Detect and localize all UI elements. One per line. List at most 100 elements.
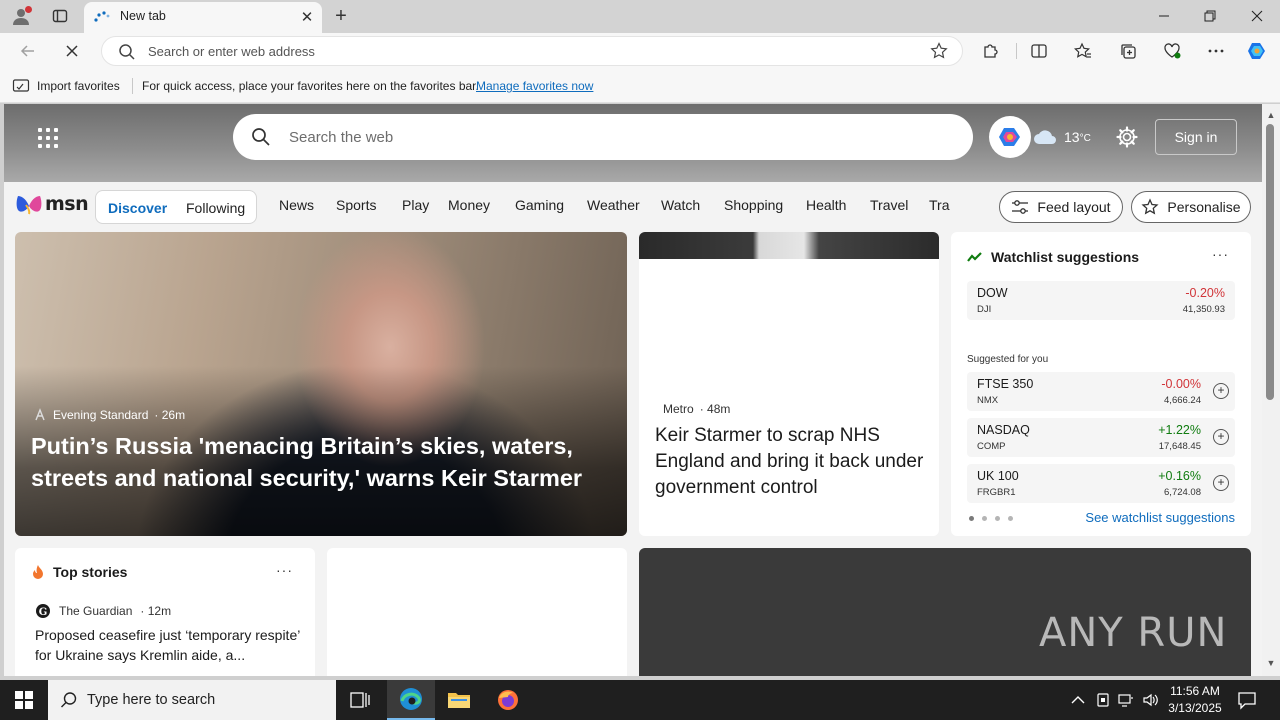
stock-change: -0.00%: [1161, 377, 1201, 391]
network-icon: [1118, 694, 1133, 707]
address-input[interactable]: [148, 41, 908, 61]
clock-time: 11:56 AM: [1170, 684, 1220, 698]
tab-following[interactable]: Following: [186, 200, 245, 216]
close-window-button[interactable]: [1234, 0, 1280, 32]
stock-row-nasdaq[interactable]: NASDAQ COMP +1.22% 17,648.45 +: [967, 418, 1235, 457]
nav-shopping[interactable]: Shopping: [724, 197, 783, 213]
start-button[interactable]: [0, 680, 48, 720]
minimize-button[interactable]: [1141, 0, 1187, 32]
msn-logo[interactable]: msn: [16, 193, 89, 215]
second-story-card[interactable]: Metro · 48m Keir Starmer to scrap NHS En…: [639, 232, 939, 536]
stock-row-ftse350[interactable]: FTSE 350 NMX -0.00% 4,666.24 +: [967, 372, 1235, 411]
show-hidden-icons-button[interactable]: [1068, 690, 1088, 710]
nav-sports[interactable]: Sports: [336, 197, 376, 213]
profile-button[interactable]: [8, 4, 34, 28]
feed-layout-button[interactable]: Feed layout: [999, 191, 1123, 223]
tab-close-button[interactable]: ✕: [298, 8, 316, 26]
sign-in-button[interactable]: Sign in: [1155, 119, 1237, 155]
add-to-watchlist-button[interactable]: +: [1213, 429, 1229, 445]
top-stories-more-button[interactable]: ···: [276, 562, 293, 578]
nav-play[interactable]: Play: [402, 197, 429, 213]
msn-nav-bar: msn Discover Following News Sports Play …: [4, 182, 1262, 230]
evening-standard-logo-icon: [35, 408, 45, 421]
extensions-button[interactable]: [978, 39, 1004, 63]
split-screen-icon: [1031, 44, 1047, 58]
web-search-input[interactable]: [289, 126, 929, 148]
web-search-box[interactable]: [233, 114, 973, 160]
copilot-button[interactable]: [1244, 39, 1270, 63]
watermark-text: ANY RUN: [1039, 610, 1228, 656]
task-view-button[interactable]: [336, 680, 384, 720]
tray-device-icon[interactable]: [1093, 690, 1113, 710]
manage-favorites-link[interactable]: Manage favorites now: [476, 79, 593, 93]
stock-exchange: FRGBR1: [977, 487, 1016, 498]
personalise-button[interactable]: Personalise: [1131, 191, 1251, 223]
tab-bar: New tab ✕ +: [0, 0, 1280, 33]
nav-travel[interactable]: Travel: [870, 197, 908, 213]
minimize-icon: [1159, 15, 1169, 17]
favorites-button[interactable]: [1070, 39, 1096, 63]
taskbar-search-input[interactable]: [87, 692, 327, 708]
carousel-dots[interactable]: [969, 516, 1013, 521]
heart-pulse-icon: [1164, 43, 1181, 59]
tab-actions-button[interactable]: [46, 5, 74, 27]
main-story-headline[interactable]: Putin’s Russia 'menacing Britain’s skies…: [31, 430, 601, 494]
nav-health[interactable]: Health: [806, 197, 846, 213]
address-bar[interactable]: [101, 36, 963, 66]
new-tab-button[interactable]: +: [330, 5, 352, 27]
star-icon[interactable]: [930, 42, 948, 60]
weather-unit: °C: [1079, 133, 1091, 144]
second-story-headline[interactable]: Keir Starmer to scrap NHS England and br…: [655, 423, 925, 501]
main-story-source-name: Evening Standard: [53, 408, 149, 422]
firefox-icon: [498, 690, 518, 710]
watchlist-card: Watchlist suggestions ··· DOW DJI -0.20%…: [951, 232, 1251, 536]
nav-gaming[interactable]: Gaming: [515, 197, 564, 213]
scroll-up-arrow-icon[interactable]: ▲: [1266, 110, 1276, 120]
import-favorites-icon: [12, 79, 30, 92]
nav-weather[interactable]: Weather: [587, 197, 640, 213]
page-scrollbar[interactable]: ▲ ▼: [1262, 104, 1280, 676]
taskbar-file-explorer[interactable]: [435, 680, 483, 720]
stock-symbol: DOW: [977, 286, 1008, 300]
add-to-watchlist-button[interactable]: +: [1213, 475, 1229, 491]
taskbar-clock[interactable]: 11:56 AM 3/13/2025: [1164, 683, 1226, 717]
scroll-down-arrow-icon[interactable]: ▼: [1266, 658, 1276, 668]
stock-row-dow[interactable]: DOW DJI -0.20% 41,350.93: [967, 281, 1235, 320]
back-button[interactable]: [14, 38, 42, 64]
taskbar-search[interactable]: [48, 680, 336, 720]
import-favorites-button[interactable]: Import favorites: [12, 78, 120, 94]
see-watchlist-link[interactable]: See watchlist suggestions: [1085, 510, 1235, 525]
stop-loading-button[interactable]: [58, 38, 86, 64]
restore-button[interactable]: [1187, 0, 1233, 32]
notification-icon[interactable]: [1236, 689, 1258, 711]
main-story-card[interactable]: Evening Standard · 26m Putin’s Russia 'm…: [15, 232, 627, 536]
stock-row-uk100[interactable]: UK 100 FRGBR1 +0.16% 6,724.08 +: [967, 464, 1235, 503]
taskbar-edge[interactable]: [387, 680, 435, 720]
gear-icon[interactable]: [1116, 126, 1138, 148]
taskbar-firefox[interactable]: [484, 680, 532, 720]
add-to-watchlist-button[interactable]: +: [1213, 383, 1229, 399]
tab-discover[interactable]: Discover: [108, 200, 167, 216]
second-story-source-name: Metro: [663, 402, 694, 416]
nav-watch[interactable]: Watch: [661, 197, 700, 213]
tray-network-icon[interactable]: [1116, 690, 1136, 710]
weather-widget[interactable]: 13°C: [1032, 128, 1091, 146]
top-story-headline[interactable]: Proposed ceasefire just ‘temporary respi…: [35, 625, 303, 665]
copilot-search-button[interactable]: [989, 116, 1031, 158]
collections-button[interactable]: [1115, 39, 1141, 63]
tab-new-tab[interactable]: New tab ✕: [84, 2, 322, 33]
stock-price: 4,666.24: [1164, 395, 1201, 406]
stock-change: -0.20%: [1185, 286, 1225, 300]
app-launcher-icon[interactable]: [38, 128, 58, 148]
nav-truncated[interactable]: Tra: [929, 197, 949, 213]
nav-news[interactable]: News: [279, 197, 314, 213]
settings-more-button[interactable]: [1203, 39, 1229, 63]
split-screen-button[interactable]: [1026, 39, 1052, 63]
tray-volume-icon[interactable]: [1140, 690, 1160, 710]
nav-money[interactable]: Money: [448, 197, 490, 213]
watchlist-title: Watchlist suggestions: [991, 249, 1140, 265]
performance-button[interactable]: [1159, 39, 1185, 63]
watchlist-more-button[interactable]: ···: [1212, 246, 1229, 262]
video-card[interactable]: ANY RUN: [639, 548, 1251, 676]
scrollbar-thumb[interactable]: [1266, 124, 1274, 400]
